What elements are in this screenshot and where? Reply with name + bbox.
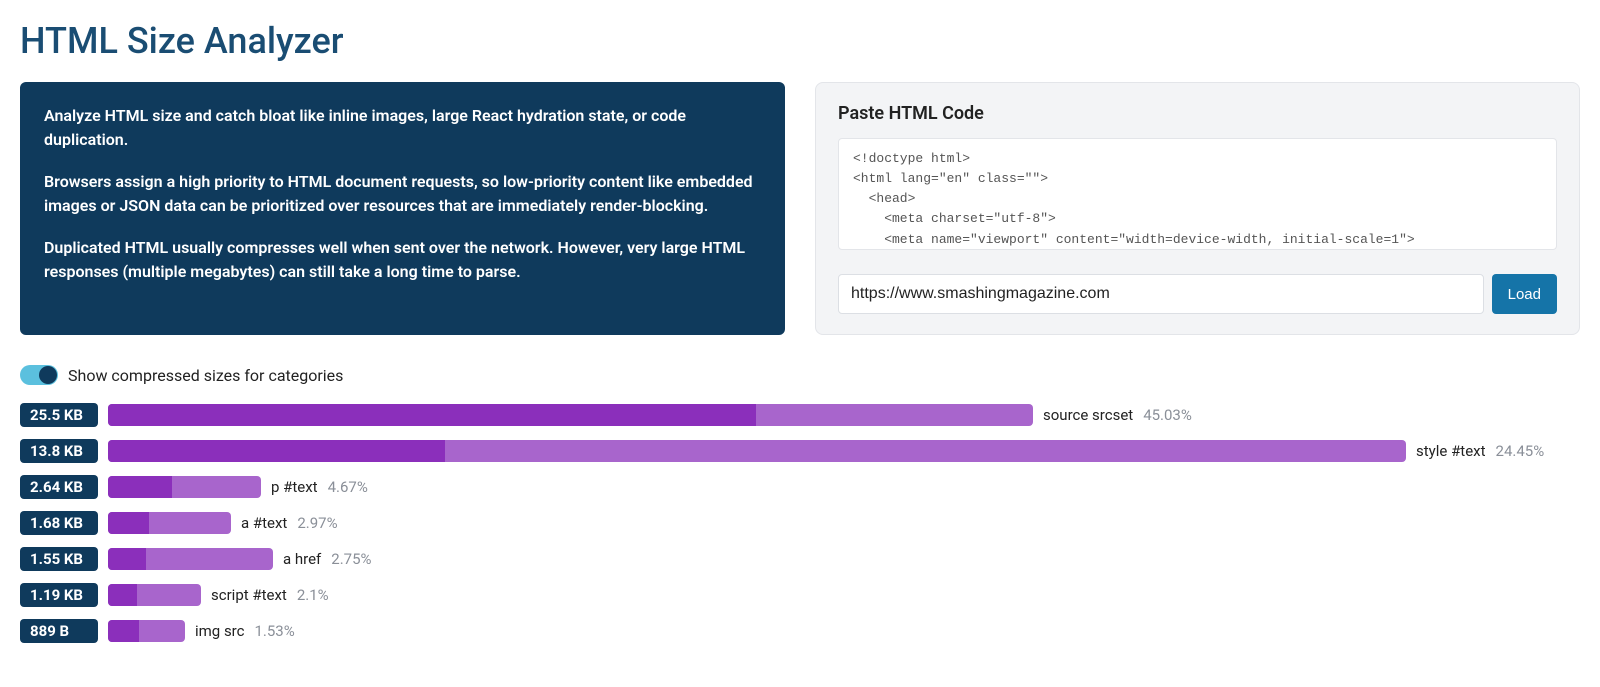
size-pill: 889 B <box>20 619 98 643</box>
bar-row[interactable]: 13.8 KB style #text 24.45% <box>20 439 1580 463</box>
page-title: HTML Size Analyzer <box>20 20 1580 62</box>
bar-percent: 2.1% <box>297 586 329 604</box>
bar-row[interactable]: 1.19 KB script #text 2.1% <box>20 583 1580 607</box>
bar-track <box>108 620 185 642</box>
bar-track <box>108 476 261 498</box>
bar-percent: 2.75% <box>331 550 371 568</box>
size-bars-chart: 25.5 KB source srcset 45.03% 13.8 KB style #… <box>20 403 1580 643</box>
bar-row[interactable]: 25.5 KB source srcset 45.03% <box>20 403 1580 427</box>
bar-percent: 2.97% <box>297 514 337 532</box>
info-paragraph: Browsers assign a high priority to HTML … <box>44 170 761 218</box>
bar-category-label: style #text <box>1416 442 1486 460</box>
load-button[interactable]: Load <box>1492 274 1557 314</box>
info-paragraph: Duplicated HTML usually compresses well … <box>44 236 761 284</box>
bar-category-label: p #text <box>271 478 318 496</box>
bar-category-label: img src <box>195 622 244 640</box>
html-code-textarea[interactable]: <!doctype html> <html lang="en" class=""… <box>838 138 1557 250</box>
bar-row[interactable]: 1.68 KB a #text 2.97% <box>20 511 1580 535</box>
bar-percent: 24.45% <box>1496 442 1545 460</box>
url-row: Load <box>838 274 1557 314</box>
input-panel: Paste HTML Code <!doctype html> <html la… <box>815 82 1580 335</box>
size-pill: 1.19 KB <box>20 583 98 607</box>
compressed-sizes-toggle[interactable] <box>20 365 58 385</box>
bar-category-label: script #text <box>211 586 287 604</box>
bar-category-label: source srcset <box>1043 406 1133 424</box>
bar-category-label: a #text <box>241 514 287 532</box>
toggle-row: Show compressed sizes for categories <box>20 365 1580 385</box>
bar-row[interactable]: 1.55 KB a href 2.75% <box>20 547 1580 571</box>
bar-row[interactable]: 889 B img src 1.53% <box>20 619 1580 643</box>
info-panel: Analyze HTML size and catch bloat like i… <box>20 82 785 335</box>
bar-track <box>108 512 231 534</box>
bar-category-label: a href <box>283 550 321 568</box>
toggle-label: Show compressed sizes for categories <box>68 366 343 385</box>
toggle-knob <box>39 366 57 384</box>
bar-percent: 4.67% <box>328 478 368 496</box>
bar-track <box>108 404 1033 426</box>
size-pill: 1.55 KB <box>20 547 98 571</box>
bar-track <box>108 584 201 606</box>
bar-track <box>108 548 273 570</box>
input-panel-title: Paste HTML Code <box>838 103 1557 124</box>
size-pill: 2.64 KB <box>20 475 98 499</box>
bar-row[interactable]: 2.64 KB p #text 4.67% <box>20 475 1580 499</box>
size-pill: 25.5 KB <box>20 403 98 427</box>
size-pill: 13.8 KB <box>20 439 98 463</box>
url-input[interactable] <box>838 274 1484 314</box>
info-paragraph: Analyze HTML size and catch bloat like i… <box>44 104 761 152</box>
top-row: Analyze HTML size and catch bloat like i… <box>20 82 1580 335</box>
size-pill: 1.68 KB <box>20 511 98 535</box>
bar-track <box>108 440 1406 462</box>
bar-percent: 1.53% <box>254 622 294 640</box>
bar-percent: 45.03% <box>1143 406 1192 424</box>
